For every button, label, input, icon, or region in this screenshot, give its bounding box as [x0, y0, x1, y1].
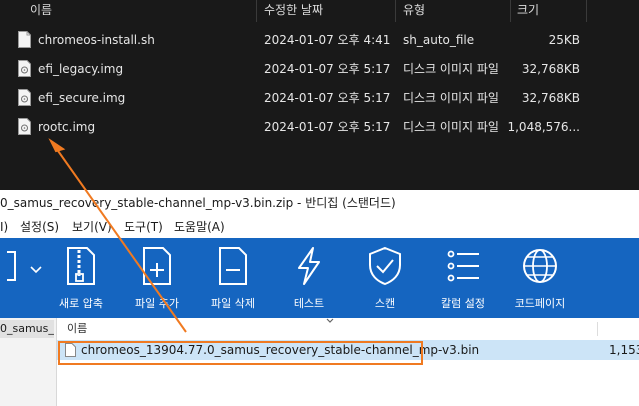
toolbar-label: 테스트 [293, 297, 325, 310]
file-size: 32,768KB [521, 91, 580, 105]
scan-button[interactable]: 스캔 [349, 238, 421, 318]
disk-image-file-icon [18, 89, 31, 106]
menu-item-tools[interactable]: 도구(T) [124, 216, 163, 238]
folder-tree-item[interactable]: 0_samus_r [0, 320, 54, 338]
menu-item-settings[interactable]: 설정(S) [20, 216, 59, 238]
add-file-button[interactable]: 파일 추가 [121, 238, 193, 318]
disk-image-file-icon [18, 60, 31, 77]
bandizip-window: 0_samus_recovery_stable-channel_mp-v3.bi… [0, 190, 639, 406]
window-title: 0_samus_recovery_stable-channel_mp-v3.bi… [0, 190, 639, 216]
menu-bar: I) 설정(S) 보기(V) 도구(T) 도움말(A) [0, 216, 639, 238]
file-type: 디스크 이미지 파일 [403, 120, 499, 134]
file-name: rootc.img [38, 120, 96, 134]
column-list-icon [447, 250, 479, 282]
file-type: 디스크 이미지 파일 [403, 91, 499, 105]
archive-file-list: 이름 chromeos_13904.77.0_samus_recovery_st… [57, 318, 639, 406]
toolbar-label: 스캔 [374, 297, 396, 310]
document-file-icon [18, 31, 31, 48]
file-date: 2024-01-07 오후 5:17 [264, 62, 391, 76]
file-size: 25KB [548, 33, 580, 47]
file-row[interactable]: efi_secure.img 2024-01-07 오후 5:17 디스크 이미… [0, 84, 639, 112]
add-file-icon [143, 247, 171, 285]
toolbar-label: 칼럼 설정 [441, 297, 485, 310]
list-header: 이름 [57, 318, 639, 341]
menu-item-file[interactable]: I) [0, 216, 8, 238]
column-header-name[interactable]: 이름 [67, 318, 87, 340]
file-date: 2024-01-07 오후 5:17 [264, 91, 391, 105]
file-date: 2024-01-07 오후 5:17 [264, 120, 391, 134]
shield-check-icon [369, 246, 401, 286]
delete-file-button[interactable]: 파일 삭제 [197, 238, 269, 318]
column-header-date[interactable]: 수정한 날짜 [264, 0, 323, 22]
file-name: efi_legacy.img [38, 62, 124, 76]
archive-entry-name: chromeos_13904.77.0_samus_recovery_stabl… [81, 343, 480, 357]
column-divider[interactable] [510, 0, 511, 22]
file-size: 32,768KB [521, 62, 580, 76]
disk-image-file-icon [18, 118, 31, 135]
open-archive-icon [7, 251, 16, 281]
file-type: 디스크 이미지 파일 [403, 62, 499, 76]
delete-file-icon [219, 247, 247, 285]
column-divider[interactable] [395, 0, 396, 22]
toolbar-label: 코드페이지 [514, 297, 566, 310]
new-archive-button[interactable]: 새로 압축 [45, 238, 117, 318]
chevron-down-icon [30, 266, 42, 274]
file-size: 1,048,576... [507, 120, 580, 134]
toolbar-label: 새로 압축 [59, 297, 103, 310]
file-row[interactable]: rootc.img 2024-01-07 오후 5:17 디스크 이미지 파일 … [0, 113, 639, 141]
column-divider[interactable] [586, 0, 587, 22]
sort-chevron-down-icon [326, 318, 334, 323]
file-icon [65, 343, 76, 357]
column-divider[interactable] [597, 322, 598, 336]
column-header-name[interactable]: 이름 [30, 0, 52, 22]
file-date: 2024-01-07 오후 4:41 [264, 33, 391, 47]
toolbar: 새로 압축 파일 추가 파일 삭제 테스트 스캔 칼럼 설정 코드페이지 [0, 238, 639, 318]
lightning-icon [298, 247, 320, 285]
column-header-type[interactable]: 유형 [403, 0, 425, 22]
file-type: sh_auto_file [403, 33, 475, 47]
file-name: efi_secure.img [38, 91, 126, 105]
globe-icon [523, 249, 557, 283]
file-row[interactable]: efi_legacy.img 2024-01-07 오후 5:17 디스크 이미… [0, 55, 639, 83]
file-row[interactable]: chromeos-install.sh 2024-01-07 오후 4:41 s… [0, 26, 639, 54]
open-dropdown-button[interactable] [22, 238, 42, 318]
test-button[interactable]: 테스트 [273, 238, 345, 318]
file-name: chromeos-install.sh [38, 33, 155, 47]
column-header-size[interactable]: 크기 [517, 0, 539, 22]
menu-item-help[interactable]: 도움말(A) [174, 216, 225, 238]
codepage-button[interactable]: 코드페이지 [502, 238, 578, 318]
open-archive-button[interactable] [0, 238, 16, 318]
menu-item-view[interactable]: 보기(V) [72, 216, 112, 238]
zip-archive-icon [67, 247, 95, 285]
column-divider[interactable] [256, 0, 257, 22]
folder-tree: 0_samus_r [0, 318, 57, 406]
file-explorer-window: 이름 수정한 날짜 유형 크기 chromeos-install.sh 2024… [0, 0, 639, 190]
archive-entry-size: 1,153 [609, 343, 639, 357]
toolbar-label: 파일 삭제 [211, 297, 255, 310]
toolbar-label: 파일 추가 [135, 297, 179, 310]
table-row[interactable]: chromeos_13904.77.0_samus_recovery_stabl… [57, 340, 639, 360]
column-settings-button[interactable]: 칼럼 설정 [425, 238, 501, 318]
